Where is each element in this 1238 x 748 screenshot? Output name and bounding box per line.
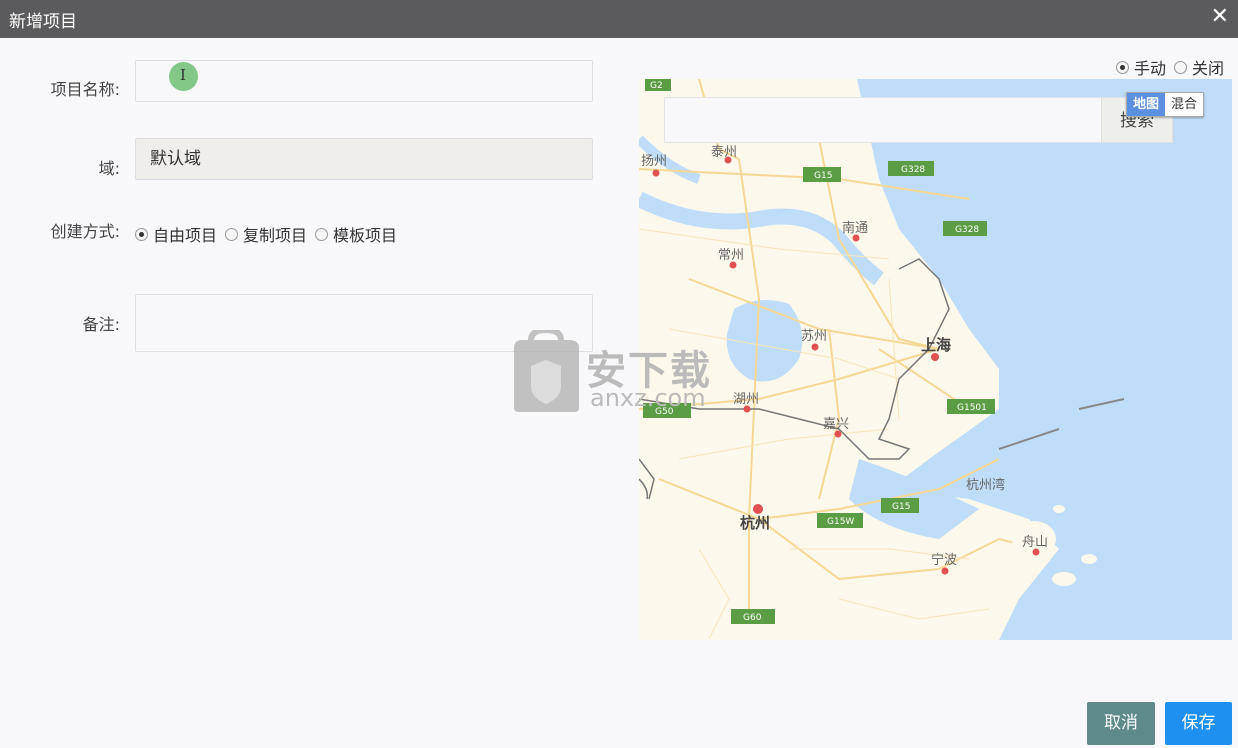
method-copy-label: 复制项目	[243, 226, 308, 245]
map-type-hybrid[interactable]: 混合	[1165, 93, 1203, 116]
text-cursor-icon: I	[180, 66, 186, 84]
road-badge-g15-south: G15	[881, 498, 919, 513]
place-suzhou: 苏州	[801, 328, 827, 344]
map-mode-manual-label: 手动	[1134, 59, 1167, 78]
svg-text:G1501: G1501	[957, 403, 987, 413]
svg-text:G2: G2	[650, 81, 663, 91]
map-mode-group: 手动 关闭	[1116, 55, 1224, 79]
method-free-label: 自由项目	[153, 226, 218, 245]
method-template-label: 模板项目	[333, 226, 398, 245]
svg-text:G15: G15	[892, 502, 910, 512]
place-changzhou: 常州	[718, 248, 744, 263]
dialog-title: 新增项目	[9, 12, 77, 32]
radio-manual[interactable]	[1116, 60, 1129, 74]
close-icon[interactable]: ✕	[1211, 4, 1229, 29]
map-type-toggle: 地图 混合	[1126, 92, 1205, 117]
radio-off[interactable]	[1174, 60, 1188, 74]
place-hangzhou: 杭州	[740, 514, 770, 532]
svg-text:G15: G15	[814, 171, 832, 181]
place-ningbo: 宁波	[931, 552, 957, 568]
svg-text:G60: G60	[743, 613, 762, 623]
dialog-titlebar: 新增项目 ✕	[0, 0, 1238, 38]
road-badge-g2: G2	[645, 79, 671, 91]
place-jiaxing: 嘉兴	[823, 417, 849, 432]
domain-field: 默认域	[135, 138, 593, 180]
radio-template[interactable]	[315, 227, 329, 241]
name-label: 项目名称:	[50, 80, 120, 99]
place-taizhou: 泰州	[711, 145, 737, 160]
svg-text:G328: G328	[901, 165, 925, 175]
radio-free[interactable]	[135, 227, 148, 241]
road-badge-g328-b: G328	[943, 221, 987, 236]
place-shanghai: 上海	[921, 336, 951, 354]
map-search-input[interactable]	[664, 97, 1102, 143]
place-hangzhou-bay: 杭州湾	[966, 477, 1005, 493]
road-badge-g15w: G15W	[817, 513, 863, 528]
place-yangzhou: 扬州	[641, 154, 667, 169]
cancel-button[interactable]: 取消	[1087, 702, 1155, 745]
map-type-map[interactable]: 地图	[1127, 93, 1166, 116]
road-badge-g1501: G1501	[947, 399, 995, 414]
road-badge-g328-a: G328	[888, 161, 934, 176]
remark-label: 备注:	[82, 315, 120, 334]
place-huzhou: 湖州	[733, 392, 759, 407]
watermark-subtext: anxz.com	[590, 384, 706, 412]
map-mode-off-label: 关闭	[1192, 59, 1225, 78]
svg-text:G15W: G15W	[827, 517, 854, 527]
method-copy[interactable]: 复制项目	[225, 222, 307, 246]
svg-text:G328: G328	[955, 225, 979, 235]
save-button[interactable]: 保存	[1165, 702, 1232, 745]
road-badge-g60: G60	[731, 609, 775, 624]
road-badge-g15-north: G15	[803, 167, 841, 182]
project-name-input[interactable]	[135, 60, 593, 102]
method-template[interactable]: 模板项目	[315, 222, 397, 246]
place-zhoushan: 舟山	[1022, 535, 1048, 550]
method-free[interactable]: 自由项目	[135, 222, 217, 246]
creation-method-group: 自由项目 复制项目 模板项目	[135, 222, 405, 246]
method-label: 创建方式:	[50, 222, 120, 241]
radio-copy[interactable]	[225, 227, 239, 241]
domain-label: 域:	[98, 159, 120, 178]
map-mode-off[interactable]: 关闭	[1174, 55, 1224, 79]
place-nantong: 南通	[842, 220, 868, 236]
map-mode-manual[interactable]: 手动	[1116, 55, 1166, 79]
